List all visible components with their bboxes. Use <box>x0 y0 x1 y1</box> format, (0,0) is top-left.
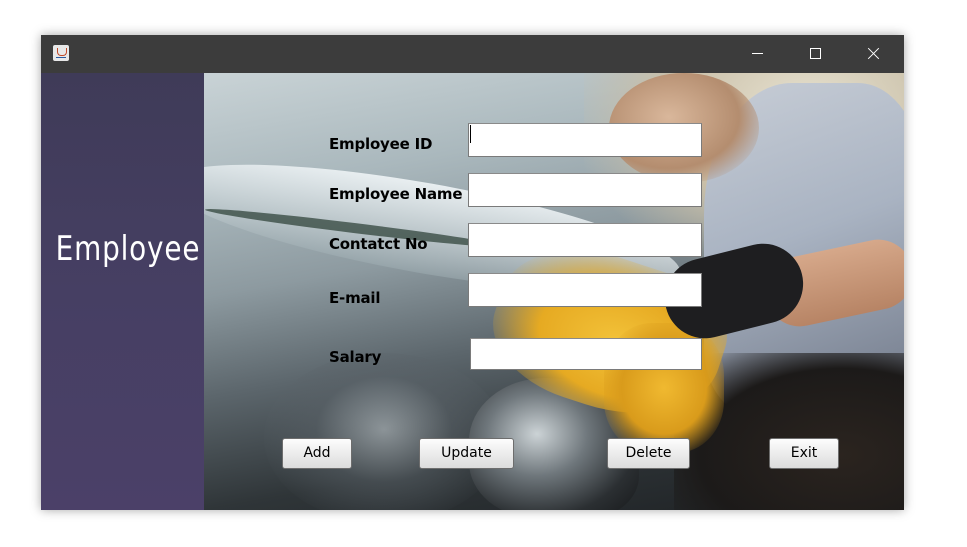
text-caret <box>470 125 471 143</box>
email-label: E-mail <box>329 289 381 307</box>
title-bar[interactable] <box>41 35 904 73</box>
delete-button[interactable]: Delete <box>607 438 690 469</box>
salary-input[interactable] <box>470 338 702 370</box>
sidebar-panel: Employee <box>41 73 204 510</box>
close-button[interactable] <box>844 35 902 73</box>
sidebar-title: Employee <box>55 229 201 269</box>
background-image-bumper <box>264 353 504 510</box>
employee-id-label: Employee ID <box>329 135 433 153</box>
update-button[interactable]: Update <box>419 438 514 469</box>
email-input[interactable] <box>468 273 702 307</box>
exit-button[interactable]: Exit <box>769 438 839 469</box>
employee-name-input[interactable] <box>468 173 702 207</box>
form-panel: Employee ID Employee Name Contatct No E-… <box>204 73 904 510</box>
employee-id-input[interactable] <box>468 123 702 157</box>
contact-no-label: Contatct No <box>329 235 428 253</box>
minimize-button[interactable] <box>728 35 786 73</box>
employee-name-label: Employee Name <box>329 185 463 203</box>
maximize-button[interactable] <box>786 35 844 73</box>
contact-no-input[interactable] <box>468 223 702 257</box>
java-cup-icon <box>53 45 69 61</box>
salary-label: Salary <box>329 348 382 366</box>
add-button[interactable]: Add <box>282 438 352 469</box>
app-window: Employee Employee ID Employee Name Conta… <box>41 35 904 510</box>
